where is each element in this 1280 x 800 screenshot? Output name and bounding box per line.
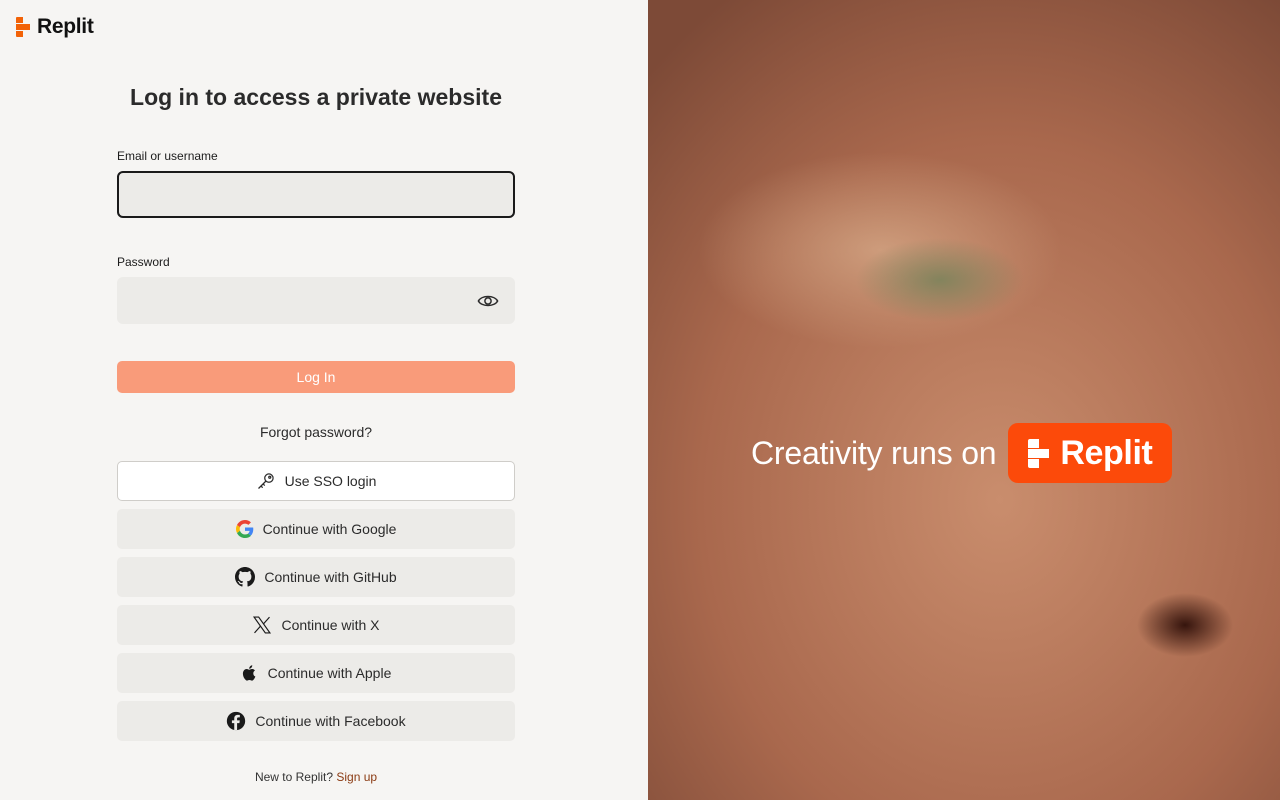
email-field-wrapper <box>117 171 515 218</box>
signup-link[interactable]: Sign up <box>336 770 377 784</box>
apple-login-button[interactable]: Continue with Apple <box>117 653 515 693</box>
replit-badge-text: Replit <box>1060 433 1153 472</box>
login-panel: Replit Log in to access a private websit… <box>0 0 648 800</box>
hero-tagline-text: Creativity runs on <box>751 434 997 471</box>
replit-badge: Replit <box>1008 423 1173 483</box>
password-label: Password <box>117 255 170 269</box>
hero-image <box>648 0 1280 800</box>
google-login-label: Continue with Google <box>262 521 397 537</box>
apple-icon <box>242 665 255 681</box>
eye-icon[interactable] <box>477 290 499 312</box>
replit-logo-icon <box>16 17 31 37</box>
github-login-button[interactable]: Continue with GitHub <box>117 557 515 597</box>
apple-login-label: Continue with Apple <box>267 665 392 681</box>
facebook-icon <box>227 711 246 731</box>
google-icon <box>235 520 253 538</box>
page-title: Log in to access a private website <box>130 84 502 110</box>
hero-tagline: Creativity runs on Replit <box>751 423 1173 483</box>
signup-prompt: New to Replit? Sign up <box>0 770 632 784</box>
github-login-label: Continue with GitHub <box>264 569 397 585</box>
forgot-password-link[interactable]: Forgot password? <box>0 424 632 440</box>
x-icon <box>253 616 272 634</box>
password-field[interactable] <box>117 277 515 324</box>
x-login-label: Continue with X <box>281 617 380 633</box>
password-field-wrapper <box>117 277 515 324</box>
sso-login-button[interactable]: Use SSO login <box>117 461 515 501</box>
replit-logo[interactable]: Replit <box>16 15 94 39</box>
google-login-button[interactable]: Continue with Google <box>117 509 515 549</box>
email-label: Email or username <box>117 149 218 163</box>
facebook-login-button[interactable]: Continue with Facebook <box>117 701 515 741</box>
sso-login-label: Use SSO login <box>284 473 377 489</box>
x-login-button[interactable]: Continue with X <box>117 605 515 645</box>
signup-text: New to Replit? <box>254 770 333 784</box>
facebook-login-label: Continue with Facebook <box>255 713 406 729</box>
login-button[interactable]: Log In <box>117 361 515 393</box>
key-icon <box>257 473 274 489</box>
logo-text: Replit <box>37 15 94 38</box>
github-icon <box>235 567 256 587</box>
email-field[interactable] <box>119 173 513 216</box>
replit-badge-icon <box>1028 438 1050 468</box>
